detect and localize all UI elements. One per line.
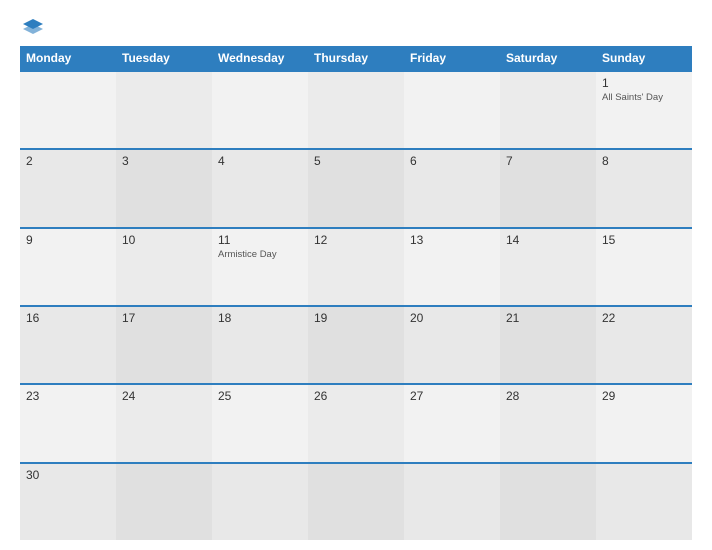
day-number: 13: [410, 233, 494, 247]
day-number: 4: [218, 154, 302, 168]
calendar-cell: 19: [308, 307, 404, 383]
calendar-cell: [404, 72, 500, 148]
event-label: All Saints' Day: [602, 92, 686, 103]
weekday-header-cell: Saturday: [500, 46, 596, 70]
day-number: 26: [314, 389, 398, 403]
day-number: 23: [26, 389, 110, 403]
calendar-cell: 14: [500, 229, 596, 305]
calendar-cell: 16: [20, 307, 116, 383]
calendar-cell: 21: [500, 307, 596, 383]
day-number: 30: [26, 468, 110, 482]
calendar-cell: 29: [596, 385, 692, 461]
calendar-cell: 8: [596, 150, 692, 226]
calendar-week: 30: [20, 462, 692, 540]
calendar-week: 9 10 11 Armistice Day 12 13 14 15: [20, 227, 692, 305]
weekday-header-cell: Sunday: [596, 46, 692, 70]
calendar-body: 1All Saints' Day234567891011Armistice Da…: [20, 70, 692, 540]
day-number: 9: [26, 233, 110, 247]
day-number: 5: [314, 154, 398, 168]
calendar-cell: 5: [308, 150, 404, 226]
day-number: 19: [314, 311, 398, 325]
calendar-cell: 22: [596, 307, 692, 383]
calendar-cell: [212, 464, 308, 540]
day-number: 22: [602, 311, 686, 325]
calendar-cell: 18: [212, 307, 308, 383]
day-number: 12: [314, 233, 398, 247]
calendar-cell: [308, 464, 404, 540]
day-number: 7: [506, 154, 590, 168]
weekday-header-cell: Monday: [20, 46, 116, 70]
logo: [20, 18, 44, 36]
day-number: 14: [506, 233, 590, 247]
header: [20, 18, 692, 36]
calendar-cell: [596, 464, 692, 540]
calendar-cell: 11 Armistice Day: [212, 229, 308, 305]
calendar-cell: 2: [20, 150, 116, 226]
calendar-week: 23 24 25 26 27 28 29: [20, 383, 692, 461]
calendar-cell: 17: [116, 307, 212, 383]
calendar-cell: [116, 464, 212, 540]
day-number: 25: [218, 389, 302, 403]
weekday-header-cell: Thursday: [308, 46, 404, 70]
weekday-header-cell: Friday: [404, 46, 500, 70]
calendar-cell: 27: [404, 385, 500, 461]
event-label: Armistice Day: [218, 249, 302, 260]
day-number: 16: [26, 311, 110, 325]
day-number: 10: [122, 233, 206, 247]
day-number: 6: [410, 154, 494, 168]
day-number: 8: [602, 154, 686, 168]
day-number: 11: [218, 233, 302, 247]
calendar-cell: 13: [404, 229, 500, 305]
calendar-week: 16 17 18 19 20 21 22: [20, 305, 692, 383]
day-number: 1: [602, 76, 686, 90]
calendar-cell: 3: [116, 150, 212, 226]
calendar-cell: [116, 72, 212, 148]
day-number: 28: [506, 389, 590, 403]
day-number: 15: [602, 233, 686, 247]
calendar-cell: 9: [20, 229, 116, 305]
weekday-header-cell: Wednesday: [212, 46, 308, 70]
calendar-cell: 12: [308, 229, 404, 305]
calendar-cell: 4: [212, 150, 308, 226]
calendar-cell: 10: [116, 229, 212, 305]
logo-brand: [20, 18, 44, 36]
calendar-cell: [500, 72, 596, 148]
day-number: 27: [410, 389, 494, 403]
calendar-page: MondayTuesdayWednesdayThursdayFridaySatu…: [0, 0, 712, 550]
day-number: 17: [122, 311, 206, 325]
calendar-cell: 6: [404, 150, 500, 226]
calendar-cell: 30: [20, 464, 116, 540]
weekday-header-cell: Tuesday: [116, 46, 212, 70]
day-number: 2: [26, 154, 110, 168]
day-number: 3: [122, 154, 206, 168]
calendar-cell: 28: [500, 385, 596, 461]
calendar-cell: 24: [116, 385, 212, 461]
calendar-cell: 15: [596, 229, 692, 305]
calendar-cell: [212, 72, 308, 148]
calendar-cell: [308, 72, 404, 148]
weekday-header-row: MondayTuesdayWednesdayThursdayFridaySatu…: [20, 46, 692, 70]
day-number: 18: [218, 311, 302, 325]
logo-flag-icon: [22, 18, 44, 36]
calendar-cell: 25: [212, 385, 308, 461]
day-number: 29: [602, 389, 686, 403]
calendar-cell: [404, 464, 500, 540]
calendar-cell: 1 All Saints' Day: [596, 72, 692, 148]
day-number: 24: [122, 389, 206, 403]
calendar-cell: 20: [404, 307, 500, 383]
calendar-grid: MondayTuesdayWednesdayThursdayFridaySatu…: [20, 46, 692, 540]
calendar-cell: 23: [20, 385, 116, 461]
calendar-cell: [500, 464, 596, 540]
day-number: 21: [506, 311, 590, 325]
calendar-week: 1 All Saints' Day: [20, 70, 692, 148]
calendar-cell: [20, 72, 116, 148]
calendar-cell: 26: [308, 385, 404, 461]
calendar-cell: 7: [500, 150, 596, 226]
calendar-week: 2345678: [20, 148, 692, 226]
day-number: 20: [410, 311, 494, 325]
logo-row1: [20, 18, 44, 36]
